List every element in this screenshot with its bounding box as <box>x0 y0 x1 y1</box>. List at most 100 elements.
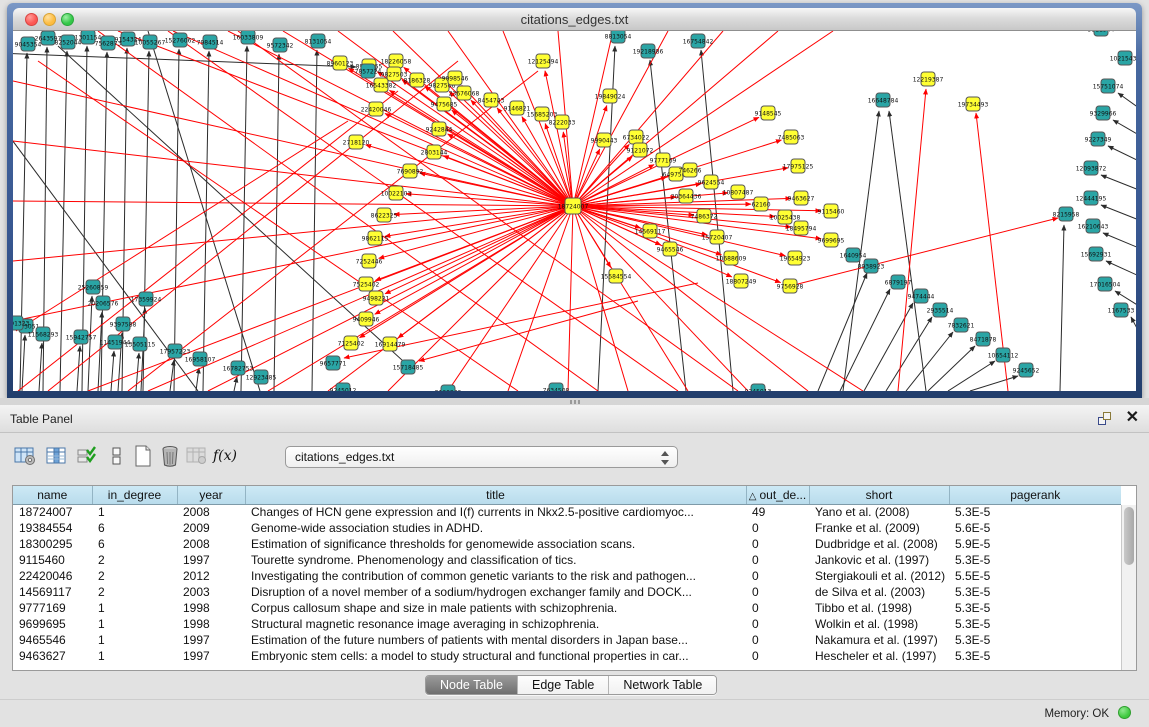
network-edge[interactable] <box>928 346 975 391</box>
delete-table-icon[interactable] <box>184 443 210 469</box>
function-builder-icon[interactable]: f(x) <box>212 443 238 469</box>
network-edge[interactable] <box>22 335 25 391</box>
network-edge[interactable] <box>864 303 913 391</box>
network-edge[interactable] <box>573 31 613 206</box>
network-graph[interactable]: 8960123891295518226058982750381863281654… <box>13 31 1136 391</box>
network-edge[interactable] <box>16 121 348 331</box>
table-panel-title: Table Panel <box>10 412 73 426</box>
network-edge[interactable] <box>970 376 1018 391</box>
network-edge[interactable] <box>1101 175 1136 190</box>
network-edge[interactable] <box>818 273 867 391</box>
scrollbar-thumb[interactable] <box>1124 507 1134 565</box>
network-node-label: 18495794 <box>786 226 817 233</box>
column-header-pagerank[interactable]: pagerank <box>949 486 1121 504</box>
network-edge[interactable] <box>203 51 209 391</box>
table-row[interactable]: 1456911722003Disruption of a novel membe… <box>13 584 1121 600</box>
network-edge[interactable] <box>906 332 953 391</box>
network-edge[interactable] <box>1131 317 1136 332</box>
tab-edge-table[interactable]: Edge Table <box>518 676 609 694</box>
network-edge[interactable] <box>385 206 573 294</box>
network-node-label: 8960123 <box>327 61 354 68</box>
table-row[interactable]: 946362711997Embryonic stem cells: a mode… <box>13 648 1121 664</box>
table-row[interactable]: 1830029562008Estimation of significance … <box>13 536 1121 552</box>
network-canvas[interactable]: 8960123891295518226058982750381863281654… <box>13 31 1136 391</box>
network-edge[interactable] <box>312 50 317 391</box>
network-edge[interactable] <box>573 206 628 391</box>
network-edge[interactable] <box>1060 225 1064 391</box>
table-cell: 1998 <box>177 600 245 616</box>
network-edge[interactable] <box>886 317 932 391</box>
network-edge[interactable] <box>1103 233 1136 248</box>
table-row[interactable]: 1872400712008Changes of HCN gene express… <box>13 504 1121 520</box>
table-cell: 2 <box>92 552 177 568</box>
network-edge[interactable] <box>1101 205 1136 220</box>
memory-ok-icon[interactable] <box>1118 706 1131 719</box>
network-edge[interactable] <box>234 377 237 391</box>
network-edge[interactable] <box>13 206 573 261</box>
network-edge[interactable] <box>13 53 356 67</box>
table-cell: 1 <box>92 504 177 520</box>
network-edge[interactable] <box>1118 93 1136 108</box>
network-edge[interactable] <box>388 206 573 391</box>
table-row[interactable]: 2242004622012Investigating the contribut… <box>13 568 1121 584</box>
column-header-out_degree[interactable]: △out_de... <box>746 486 809 504</box>
network-edge[interactable] <box>1113 120 1136 135</box>
network-edge[interactable] <box>1106 261 1136 276</box>
network-edge[interactable] <box>385 113 573 206</box>
network-edge[interactable] <box>111 351 114 391</box>
tab-network-table[interactable]: Network Table <box>609 676 716 694</box>
column-header-in_degree[interactable]: in_degree <box>92 486 177 504</box>
network-edge[interactable] <box>375 206 573 280</box>
create-column-icon[interactable] <box>130 443 156 469</box>
network-edge[interactable] <box>568 206 573 391</box>
network-edge[interactable] <box>1108 146 1136 161</box>
network-edge[interactable] <box>360 206 573 338</box>
delete-column-icon[interactable] <box>157 443 183 469</box>
network-edge[interactable] <box>39 343 42 391</box>
network-node-label: 15942757 <box>66 335 97 342</box>
network-node-label: 7634508 <box>543 388 570 392</box>
show-column-icon[interactable] <box>44 443 70 469</box>
network-edge[interactable] <box>170 360 174 391</box>
column-header-short[interactable]: short <box>809 486 949 504</box>
table-row[interactable]: 946554611997Estimation of the future num… <box>13 632 1121 648</box>
network-edge[interactable] <box>196 368 199 391</box>
table-row[interactable]: 911546021997Tourette syndrome. Phenomeno… <box>13 552 1121 568</box>
network-edge[interactable] <box>174 49 179 391</box>
divider-grip-icon[interactable] <box>570 400 580 404</box>
float-panel-icon[interactable] <box>1097 411 1113 427</box>
column-header-name[interactable]: name <box>13 486 92 504</box>
row-selection-icon[interactable] <box>74 443 100 469</box>
network-edge[interactable] <box>13 201 573 206</box>
column-header-year[interactable]: year <box>177 486 245 504</box>
network-edge[interactable] <box>840 289 890 391</box>
table-settings-icon[interactable] <box>12 443 38 469</box>
network-edge[interactable] <box>790 218 1058 286</box>
column-header-title[interactable]: title <box>245 486 746 504</box>
table-combo-box[interactable]: citations_edges.txt <box>285 446 678 468</box>
table-vertical-scrollbar[interactable] <box>1121 505 1136 670</box>
table-row[interactable]: 969969511998Structural magnetic resonanc… <box>13 616 1121 632</box>
network-edge[interactable] <box>419 301 638 361</box>
table-row[interactable]: 1938455462009Genome-wide association stu… <box>13 520 1121 536</box>
network-edge[interactable] <box>573 156 632 206</box>
table-cell: 2008 <box>177 536 245 552</box>
table-row[interactable]: 977716911998Corpus callosum shape and si… <box>13 600 1121 616</box>
close-panel-icon[interactable]: ✕ <box>1126 409 1139 427</box>
network-edge[interactable] <box>88 296 92 391</box>
network-edge[interactable] <box>20 53 27 391</box>
network-edge[interactable] <box>274 54 279 391</box>
network-edge[interactable] <box>128 71 538 391</box>
network-window-titlebar[interactable]: citations_edges.txt <box>13 8 1136 31</box>
network-edge[interactable] <box>77 346 80 391</box>
network-edge[interactable] <box>898 89 926 391</box>
table-cell: Disruption of a novel member of a sodium… <box>245 584 746 600</box>
tab-node-table[interactable]: Node Table <box>426 676 518 694</box>
network-node-label: 12093872 <box>1076 166 1107 173</box>
table-mode-icon[interactable] <box>104 443 130 469</box>
network-node-label: 8813054 <box>605 34 632 41</box>
network-node-label: 8622325 <box>371 213 398 220</box>
network-node-label: 9245013 <box>745 389 772 392</box>
network-edge[interactable] <box>398 206 573 338</box>
network-node-label: 12923485 <box>246 375 277 382</box>
